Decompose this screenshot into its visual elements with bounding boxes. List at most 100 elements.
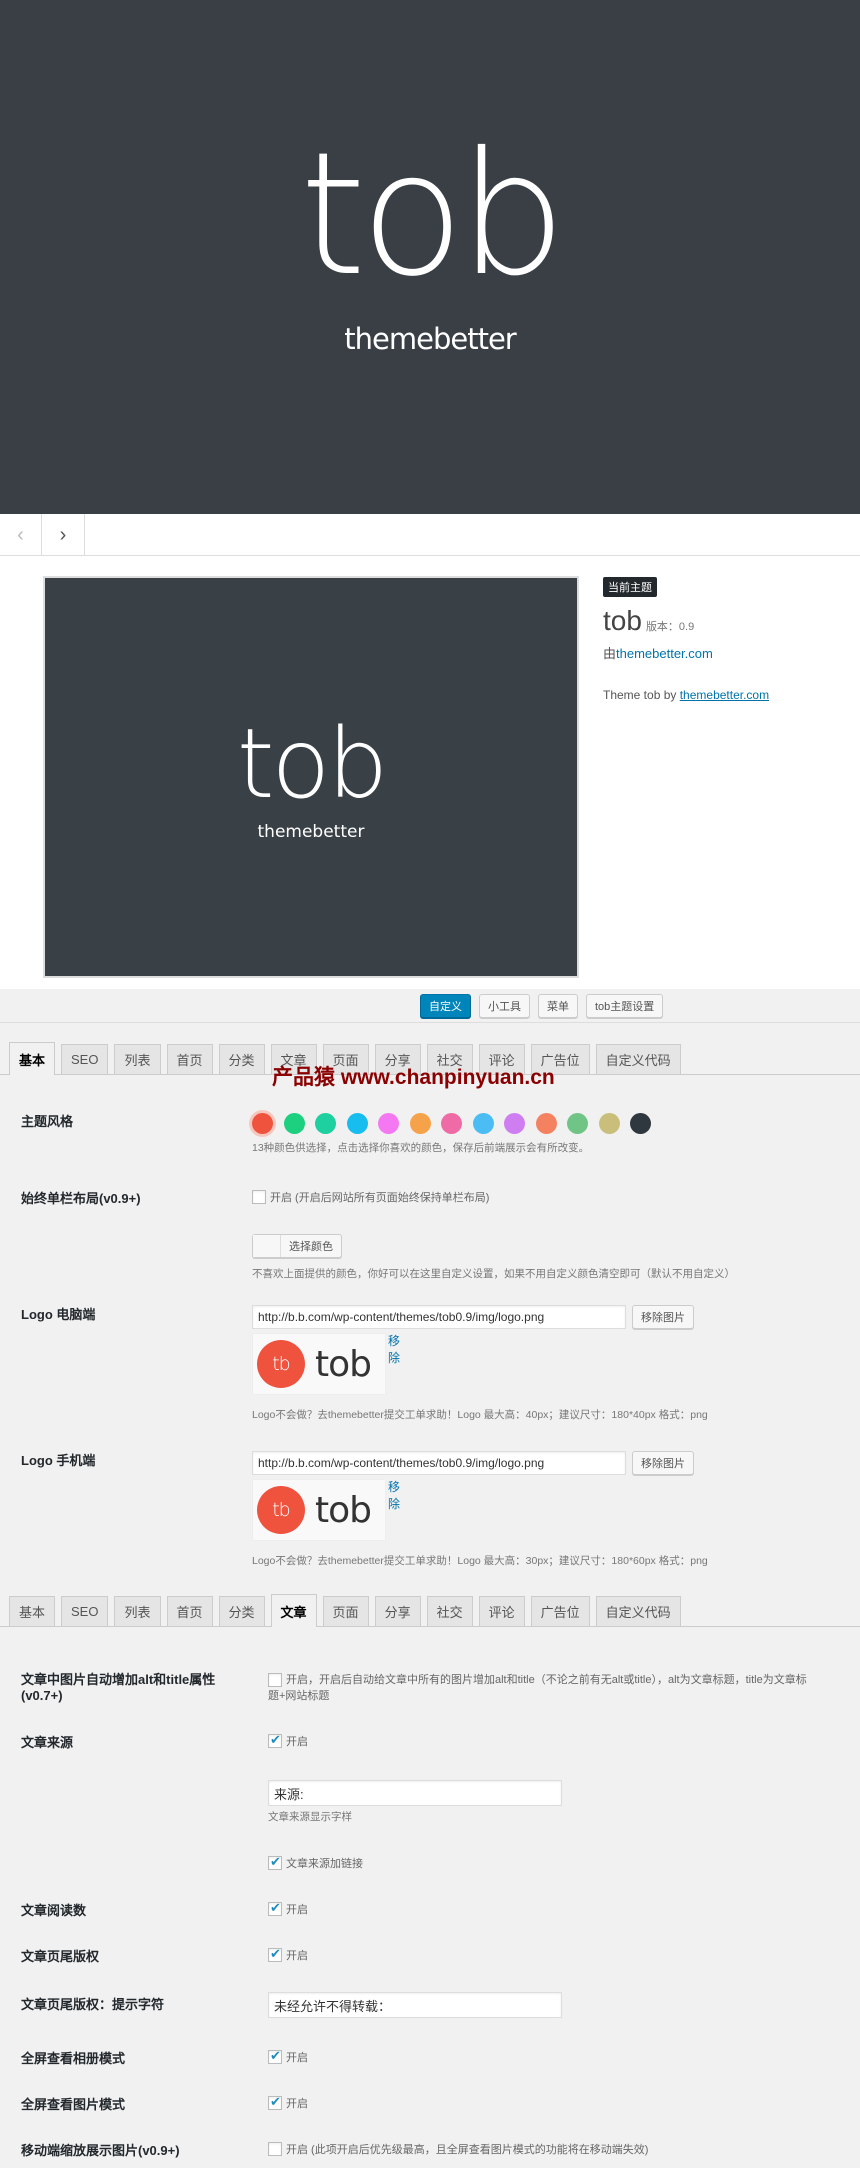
chevron-right-icon: ›	[59, 523, 67, 546]
logo-mobile-remove-image-button[interactable]: 移除图片	[632, 1451, 694, 1475]
gallery-fullscreen-text: 开启	[286, 2052, 308, 2064]
author-prefix: 由	[603, 646, 617, 661]
custom-color-hint: 不喜欢上面提供的颜色，你好可以在这里自定义设置，如果不用自定义颜色清空即可（默认…	[252, 1268, 735, 1280]
select-color-button[interactable]: 选择颜色	[252, 1234, 342, 1258]
tab-social[interactable]: 社交	[426, 1596, 473, 1626]
tab-home[interactable]: 首页	[166, 1044, 213, 1074]
tab-list[interactable]: 列表	[114, 1044, 161, 1074]
source-checkbox[interactable]	[268, 1732, 282, 1748]
hero-tagline: themebetter	[344, 322, 516, 356]
source-link-checkbox[interactable]	[268, 1854, 282, 1870]
color-swatch[interactable]	[346, 1113, 368, 1134]
watermark: 产品猿 www.chanpinyuan.cn	[272, 1066, 555, 1089]
read-count-checkbox[interactable]	[268, 1900, 282, 1916]
footer-copyright-text-input[interactable]	[268, 1992, 562, 2018]
single-column-checkbox[interactable]	[252, 1190, 266, 1204]
next-theme-button[interactable]: ›	[42, 514, 85, 556]
color-swatch[interactable]	[630, 1113, 651, 1134]
color-preview	[253, 1235, 281, 1257]
hero-logo: tob	[299, 116, 567, 314]
color-swatch[interactable]	[472, 1113, 494, 1134]
img-alt-text: 开启，开启后自动给文章中所有的图片增加alt和title（不论之前有无alt或t…	[268, 1674, 807, 1703]
logo-mobile-preview: tb tob 移除	[252, 1479, 400, 1541]
logo-pc-remove-image-button[interactable]: 移除图片	[632, 1305, 694, 1329]
theme-style-label: 主题风格	[21, 1114, 74, 1129]
current-theme-badge: 当前主题	[603, 577, 657, 597]
logo-mobile-hint: Logo不会做？去themebetter提交工单求助！Logo 最大高：30px…	[252, 1555, 708, 1567]
theme-navigation: ‹ ›	[0, 514, 860, 556]
footer-copyright-checkbox[interactable]	[268, 1946, 282, 1962]
image-fullscreen-text: 开启	[286, 2098, 308, 2110]
logo-pc-url-input[interactable]	[252, 1305, 626, 1329]
author-link[interactable]: themebetter.com	[616, 646, 713, 661]
tab-ads[interactable]: 广告位	[530, 1596, 590, 1626]
logo-pc-label: Logo 电脑端	[21, 1307, 96, 1322]
logo-wordmark: tob	[315, 1343, 372, 1385]
tab-home[interactable]: 首页	[166, 1596, 213, 1626]
screenshot-logo: tob	[236, 708, 388, 820]
theme-name: tob 版本：0.9	[603, 605, 843, 637]
gallery-fullscreen-label: 全屏查看相册模式	[21, 2051, 126, 2066]
logo-mobile-url-input[interactable]	[252, 1451, 626, 1475]
color-swatch[interactable]	[504, 1113, 525, 1134]
color-swatch[interactable]	[283, 1113, 305, 1134]
mobile-zoom-text: 开启 (此项开启后优先级最高，且全屏查看图片模式的功能将在移动端失效)	[286, 2144, 649, 2156]
theme-settings-button[interactable]: tob主题设置	[586, 993, 664, 1018]
logo-badge-icon: tb	[257, 1486, 305, 1534]
tab-category[interactable]: 分类	[218, 1596, 265, 1626]
description-prefix: Theme tob by	[603, 688, 680, 702]
read-count-label: 文章阅读数	[21, 1903, 87, 1918]
color-swatches	[252, 1113, 651, 1134]
color-swatch[interactable]	[252, 1113, 273, 1134]
tab-category[interactable]: 分类	[218, 1044, 265, 1074]
theme-screenshot: tob themebetter	[43, 576, 579, 978]
widgets-button[interactable]: 小工具	[479, 993, 530, 1018]
color-swatch[interactable]	[409, 1113, 431, 1134]
img-alt-checkbox[interactable]	[268, 1673, 282, 1688]
previous-theme-button[interactable]: ‹	[0, 514, 42, 556]
color-swatch[interactable]	[567, 1113, 588, 1134]
tab-basic[interactable]: 基本	[9, 1042, 56, 1075]
image-fullscreen-label: 全屏查看图片模式	[21, 2097, 126, 2112]
hero-banner: tob themebetter	[0, 0, 860, 514]
description-link[interactable]: themebetter.com	[680, 688, 769, 702]
tab-share[interactable]: 分享	[374, 1596, 421, 1626]
img-alt-label: 文章中图片自动增加alt和title属性(v0.7+)	[21, 1672, 216, 1703]
customize-button[interactable]: 自定义	[420, 993, 471, 1018]
footer-copyright-text: 开启	[286, 1950, 308, 1962]
logo-mobile-remove-link[interactable]: 移除	[388, 1478, 400, 1512]
tab-custom-code[interactable]: 自定义代码	[595, 1044, 681, 1074]
tab-comments[interactable]: 评论	[478, 1596, 525, 1626]
color-swatch[interactable]	[535, 1113, 557, 1134]
gallery-fullscreen-checkbox[interactable]	[268, 2048, 282, 2064]
tab-seo[interactable]: SEO	[61, 1596, 109, 1626]
tab-article[interactable]: 文章	[270, 1594, 317, 1627]
logo-pc-remove-link[interactable]: 移除	[388, 1332, 400, 1366]
theme-style-hint: 13种颜色供选择，点击选择你喜欢的颜色，保存后前端展示会有所改变。	[252, 1142, 590, 1154]
tab-basic[interactable]: 基本	[9, 1596, 56, 1626]
image-fullscreen-checkbox[interactable]	[268, 2094, 282, 2110]
logo-badge-icon: tb	[257, 1340, 305, 1388]
source-text-hint: 文章来源显示字样	[268, 1811, 352, 1823]
menus-button[interactable]: 菜单	[538, 993, 578, 1018]
single-column-text: 开启 (开启后网站所有页面始终保持单栏布局)	[270, 1192, 490, 1204]
logo-wordmark: tob	[315, 1489, 372, 1531]
theme-version: 版本：0.9	[645, 621, 695, 633]
mobile-zoom-label: 移动端缩放展示图片(v0.9+)	[21, 2143, 180, 2158]
color-swatch[interactable]	[441, 1113, 462, 1134]
source-text-input[interactable]	[268, 1780, 562, 1806]
tab-custom-code[interactable]: 自定义代码	[595, 1596, 681, 1626]
screenshot-tagline: themebetter	[257, 822, 365, 842]
tab-seo[interactable]: SEO	[61, 1044, 109, 1074]
chevron-left-icon: ‹	[17, 523, 24, 546]
color-swatch[interactable]	[598, 1113, 620, 1134]
select-color-label: 选择颜色	[289, 1241, 333, 1253]
mobile-zoom-checkbox[interactable]	[268, 2142, 282, 2156]
color-swatch[interactable]	[315, 1113, 336, 1134]
theme-author: 由themebetter.com	[603, 643, 843, 662]
tab-page[interactable]: 页面	[322, 1596, 369, 1626]
single-column-label: 始终单栏布局(v0.9+)	[21, 1191, 141, 1206]
color-swatch[interactable]	[378, 1113, 399, 1134]
tab-list[interactable]: 列表	[114, 1596, 161, 1626]
theme-description: Theme tob by themebetter.com	[603, 688, 843, 702]
